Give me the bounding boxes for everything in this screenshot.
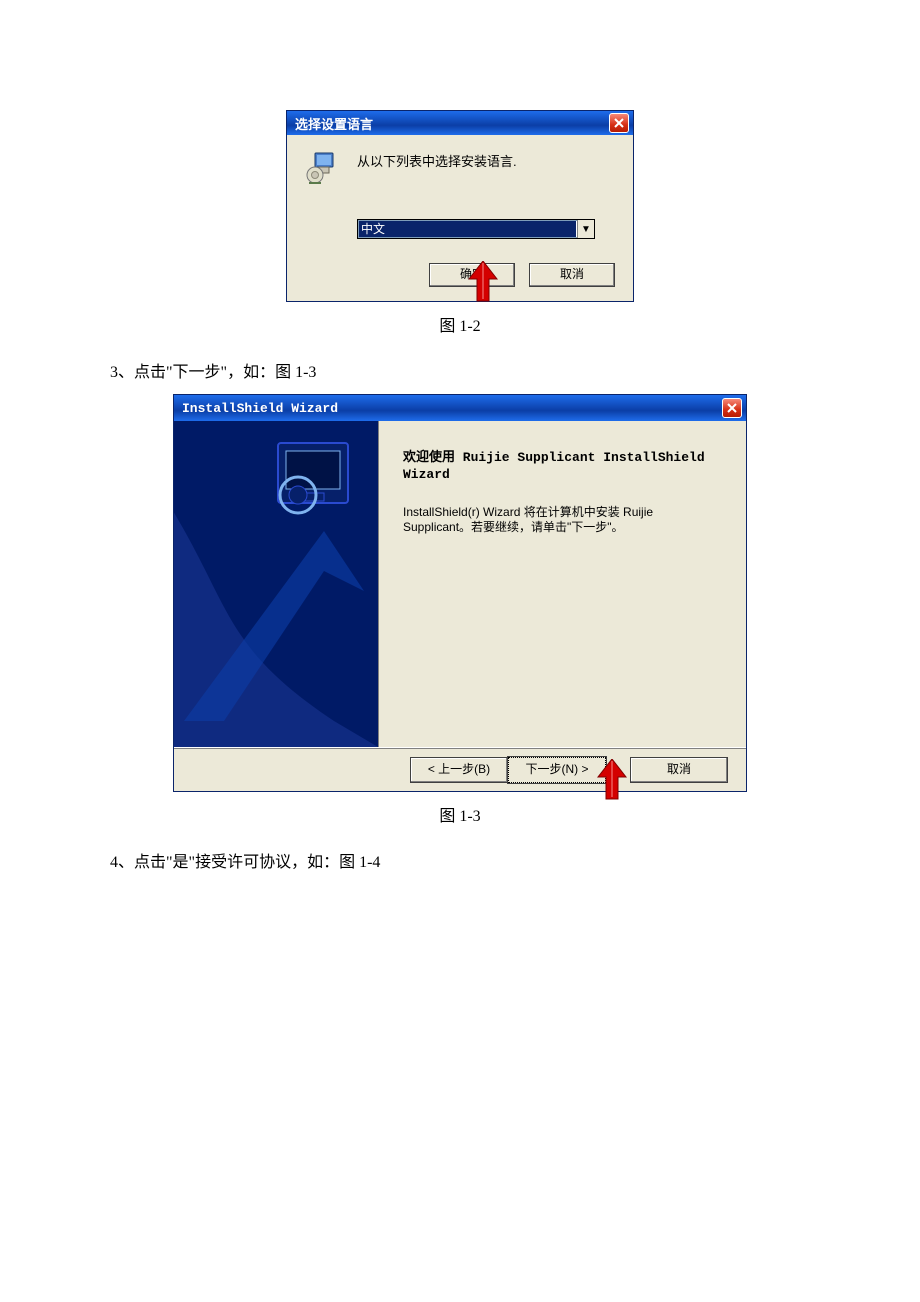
installer-icon xyxy=(301,149,341,189)
dropdown-selected-value: 中文 xyxy=(359,221,576,237)
cancel-button[interactable]: 取消 xyxy=(630,757,728,783)
chevron-down-icon[interactable]: ▼ xyxy=(577,220,594,238)
instruction-step-3: 3、点击"下一步"，如：图 1-3 xyxy=(110,358,920,382)
back-button[interactable]: < 上一步(B) xyxy=(410,757,508,783)
instruction-step-4: 4、点击"是"接受许可协议，如：图 1-4 xyxy=(110,848,920,872)
wizard-graphic-pane xyxy=(174,421,379,747)
cancel-button[interactable]: 取消 xyxy=(529,263,615,287)
title-bar: InstallShield Wizard xyxy=(174,395,746,421)
installshield-wizard-dialog: InstallShield Wizard xyxy=(173,394,747,792)
close-icon[interactable] xyxy=(722,398,742,418)
close-icon[interactable] xyxy=(609,113,629,133)
figure-caption-1: 图 1-2 xyxy=(0,312,920,336)
language-select-dialog: 选择设置语言 xyxy=(286,110,634,302)
wizard-content-pane: 欢迎使用 Ruijie Supplicant InstallShield Wiz… xyxy=(379,421,746,747)
window-title: 选择设置语言 xyxy=(295,114,373,133)
wizard-body-text: InstallShield(r) Wizard 将在计算机中安装 Ruijie … xyxy=(403,505,722,535)
language-dropdown[interactable]: 中文 ▼ xyxy=(357,219,595,239)
figure-caption-2: 图 1-3 xyxy=(0,802,920,826)
ok-button[interactable]: 确定 xyxy=(429,263,515,287)
window-title: InstallShield Wizard xyxy=(182,401,338,416)
prompt-text: 从以下列表中选择安装语言. xyxy=(357,149,517,170)
wizard-heading: 欢迎使用 Ruijie Supplicant InstallShield Wiz… xyxy=(403,449,722,483)
next-button[interactable]: 下一步(N) > xyxy=(508,757,606,783)
title-bar: 选择设置语言 xyxy=(287,111,633,135)
wizard-footer: < 上一步(B) 下一步(N) > 取消 xyxy=(174,747,746,791)
